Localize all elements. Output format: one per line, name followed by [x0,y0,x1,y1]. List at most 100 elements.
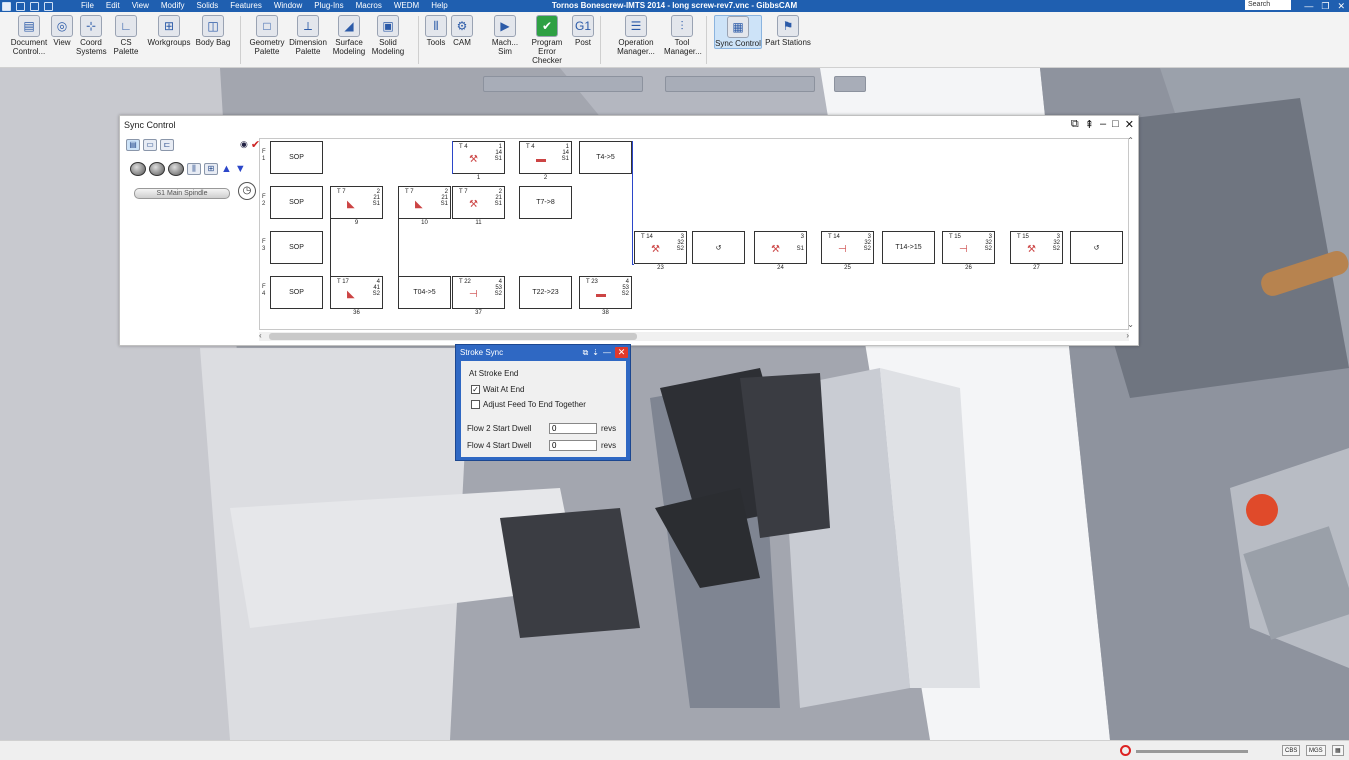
dock-icon[interactable]: ⧉ [1071,118,1079,131]
sync-minimize-button[interactable]: – [1100,118,1106,131]
view-toolbar[interactable] [483,76,643,92]
menu-help[interactable]: Help [425,0,453,12]
menu-file[interactable]: File [75,0,100,12]
horizontal-scrollbar[interactable]: ‹ › [259,331,1129,341]
align-icon[interactable]: ⫼ [187,163,201,175]
distribute-icon[interactable]: ⊞ [204,163,218,175]
arrow-up-icon[interactable]: ▲ [221,163,232,175]
minimize-button[interactable]: — [1304,0,1313,12]
timer-icon[interactable]: ◷ [238,182,256,200]
tools-button[interactable]: ⫴ Tools [424,15,448,47]
pin-icon[interactable]: ⇣ [592,348,599,357]
program-error-checker-button[interactable]: ✔ Program Error Checker [526,15,568,65]
sync-knob-icon[interactable] [168,162,184,176]
flow2-dwell-input[interactable] [549,423,597,434]
wait-at-end-checkbox[interactable]: ✓ Wait At End [471,385,525,394]
dimension-palette-button[interactable]: ⟂ Dimension Palette [288,15,328,56]
sop-block[interactable]: SOP [270,276,323,309]
stroke-close-button[interactable]: ✕ [615,347,628,358]
save-icon[interactable] [16,1,25,11]
menu-features[interactable]: Features [224,0,268,12]
display-toolbar[interactable] [665,76,815,92]
operation-block[interactable]: T 15 3 32 S2 ⊣ [942,231,995,264]
menu-wedm[interactable]: WEDM [388,0,425,12]
sop-block[interactable]: SOP [270,141,323,174]
flow4-dwell-input[interactable] [549,440,597,451]
operation-block[interactable]: T7->8 [519,186,572,219]
operation-block[interactable]: T 7 2 21 S1 ⚒ [452,186,505,219]
sync-close-button[interactable]: ✕ [1125,118,1134,131]
menu-edit[interactable]: Edit [100,0,126,12]
body-bag-button[interactable]: ◫ Body Bag [194,15,232,47]
sync-link[interactable] [330,219,331,309]
scroll-left-icon[interactable]: ‹ [259,331,262,340]
stroke-minimize-button[interactable]: — [603,348,611,357]
operation-block[interactable]: T14->15 [882,231,935,264]
operation-block[interactable]: T 14 3 32 S2 ⊣ [821,231,874,264]
eye-icon[interactable]: ◉ [240,139,248,150]
sync-maximize-button[interactable]: □ [1112,118,1119,131]
solid-modeling-button[interactable]: ▣ Solid Modeling [369,15,407,56]
close-button[interactable]: ✕ [1337,0,1345,12]
sync-link[interactable] [398,219,399,309]
document-control-button[interactable]: ▤ Document Control... [8,15,50,56]
workgroups-button[interactable]: ⊞ Workgroups [146,15,192,47]
pin-icon[interactable]: ⇞ [1085,118,1094,131]
sync-flow-grid[interactable]: F 1 SOP T 4 1 14 S1 ⚒ 1 T 4 1 14 S1 ▬ 2 T4->5 F 2 SO… [259,138,1129,330]
search-input[interactable]: Search [1245,0,1291,10]
scroll-thumb[interactable] [269,333,637,340]
operation-block[interactable]: ↺ [1070,231,1123,264]
cam-button[interactable]: ⚙ CAM [450,15,474,47]
operation-block[interactable]: 3 S1 ⚒ [754,231,807,264]
help-toolbar[interactable] [834,76,866,92]
menu-view[interactable]: View [126,0,155,12]
scroll-right-icon[interactable]: › [1126,331,1129,340]
operation-block[interactable]: T 7 2 21 S1 ◣ [330,186,383,219]
sop-block[interactable]: SOP [270,186,323,219]
operation-block[interactable]: T 4 1 14 S1 ⚒ [452,141,505,174]
app-icon[interactable] [2,1,11,11]
menu-window[interactable]: Window [268,0,308,12]
stop-icon[interactable] [1120,745,1131,756]
operation-block[interactable]: T 22 4 53 S2 ⊣ [452,276,505,309]
cs-palette-button[interactable]: ∟ CS Palette [108,15,144,56]
redo-icon[interactable] [44,1,53,11]
surface-modeling-button[interactable]: ◢ Surface Modeling [330,15,368,56]
scroll-up-icon[interactable]: ⌃ [1127,136,1134,145]
adjust-feed-checkbox[interactable]: Adjust Feed To End Together [471,400,586,409]
split-view-icon[interactable]: ⊏ [160,138,174,151]
mgs-indicator[interactable]: MGS [1306,745,1326,756]
view-button[interactable]: ◎ View [50,15,74,47]
grid-icon[interactable]: ▦ [1332,745,1344,756]
operation-block[interactable]: T 23 4 53 S2 ▬ [579,276,632,309]
operation-block[interactable]: T 15 3 32 S2 ⚒ [1010,231,1063,264]
grid-view-icon[interactable]: ▤ [126,138,140,151]
coord-systems-button[interactable]: ⊹ Coord Systems [76,15,107,56]
operation-block[interactable]: ↺ [692,231,745,264]
operation-block[interactable]: T 14 3 32 S2 ⚒ [634,231,687,264]
operation-block[interactable]: T 17 4 41 S2 ◣ [330,276,383,309]
tool-manager-button[interactable]: ⫶ Tool Manager... [664,15,702,56]
checkbox-box[interactable]: ✓ [471,385,480,394]
sync-link[interactable] [452,141,453,174]
list-view-icon[interactable]: ▭ [143,138,157,151]
menu-macros[interactable]: Macros [350,0,388,12]
cbs-indicator[interactable]: CBS [1282,745,1301,756]
spindle-selector[interactable]: S1 Main Spindle [134,188,230,199]
sync-link[interactable] [632,264,634,265]
scroll-down-icon[interactable]: ⌄ [1127,320,1134,329]
operation-block[interactable]: T 4 1 14 S1 ▬ [519,141,572,174]
operation-manager-button[interactable]: ☰ Operation Manager... [614,15,658,56]
dock-icon[interactable]: ⧉ [583,348,589,358]
menu-plugins[interactable]: Plug-Ins [308,0,349,12]
operation-block[interactable]: T22->23 [519,276,572,309]
geometry-palette-button[interactable]: □ Geometry Palette [248,15,286,56]
checkbox-box[interactable] [471,400,480,409]
mach-sim-button[interactable]: ▶ Mach... Sim [490,15,520,56]
operation-block[interactable]: T 7 2 21 S1 ◣ [398,186,451,219]
part-stations-button[interactable]: ⚑ Part Stations [764,15,812,47]
arrow-down-icon[interactable]: ▼ [235,163,246,175]
sync-knob-icon[interactable] [130,162,146,176]
post-button[interactable]: G1 Post [572,15,594,47]
menu-solids[interactable]: Solids [190,0,224,12]
